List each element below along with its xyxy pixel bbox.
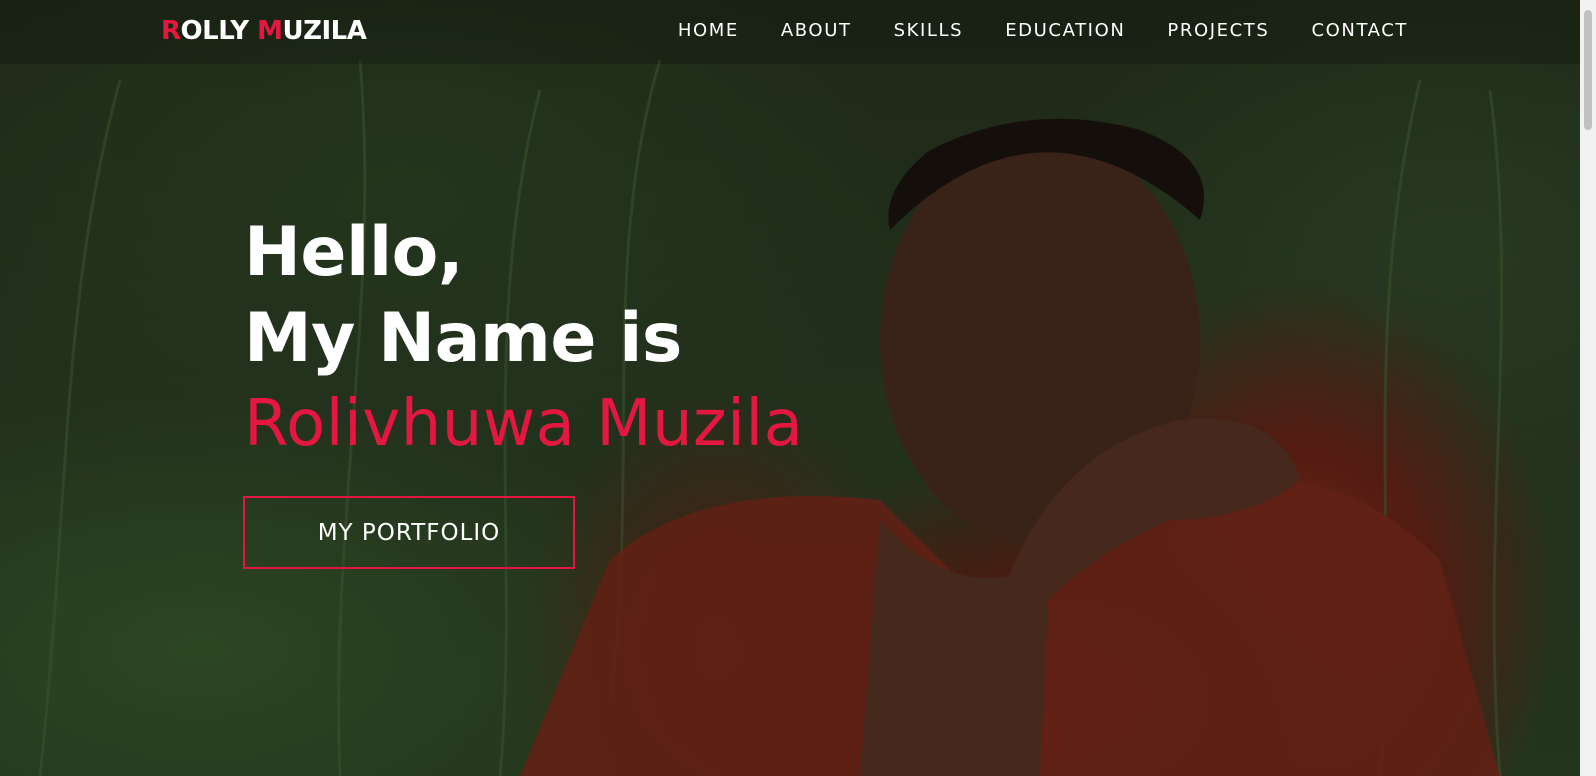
page-scrollbar[interactable]	[1580, 0, 1596, 776]
nav-about[interactable]: ABOUT	[781, 20, 852, 41]
main-nav: HOME ABOUT SKILLS EDUCATION PROJECTS CON…	[636, 20, 1408, 41]
scrollbar-thumb[interactable]	[1584, 10, 1592, 130]
nav-home[interactable]: HOME	[678, 20, 739, 41]
nav-projects[interactable]: PROJECTS	[1167, 20, 1269, 41]
my-portfolio-button[interactable]: MY PORTFOLIO	[243, 496, 575, 569]
hero-intro: My Name is	[244, 299, 682, 378]
logo-first-initial: R	[161, 16, 181, 46]
hero-text: Hello, My Name is Rolivhuwa Muzila	[244, 210, 803, 466]
site-logo[interactable]: ROLLY MUZILA	[161, 16, 367, 46]
logo-last-rest: UZILA	[282, 16, 367, 46]
logo-last-initial: M	[257, 16, 283, 46]
nav-skills[interactable]: SKILLS	[894, 20, 964, 41]
navbar: ROLLY MUZILA HOME ABOUT SKILLS EDUCATION…	[0, 0, 1580, 64]
hero-greeting: Hello,	[244, 213, 464, 292]
nav-contact[interactable]: CONTACT	[1311, 20, 1408, 41]
logo-first-rest: OLLY	[180, 16, 250, 46]
nav-education[interactable]: EDUCATION	[1005, 20, 1125, 41]
hero-name: Rolivhuwa Muzila	[244, 387, 804, 461]
